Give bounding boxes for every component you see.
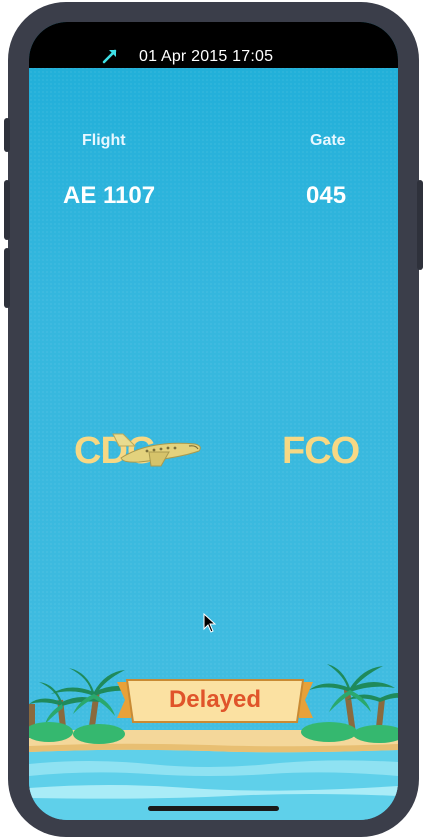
volume-up-button <box>4 180 10 240</box>
location-arrow-icon <box>102 49 117 64</box>
status-bar: 01 Apr 2015 17:05 <box>29 22 398 68</box>
status-datetime: 01 Apr 2015 17:05 <box>139 48 274 65</box>
destination-airport-code: FCO <box>282 430 360 472</box>
flight-label: Flight <box>82 132 126 149</box>
gate-number: 045 <box>306 182 347 209</box>
app-screen: 01 Apr 2015 17:05 Flight Gate AE 1107 04… <box>29 22 398 820</box>
flight-number: AE 1107 <box>63 182 156 209</box>
mouse-pointer-icon <box>203 613 217 633</box>
flight-status-text: Delayed <box>168 686 262 713</box>
volume-down-button <box>4 248 10 308</box>
gate-label: Gate <box>310 132 346 149</box>
mute-switch <box>4 118 10 152</box>
phone-device: 01 Apr 2015 17:05 Flight Gate AE 1107 04… <box>0 0 427 840</box>
home-indicator[interactable] <box>148 806 279 811</box>
notch <box>116 22 316 48</box>
airplane-icon <box>112 433 201 467</box>
power-button <box>417 180 423 270</box>
